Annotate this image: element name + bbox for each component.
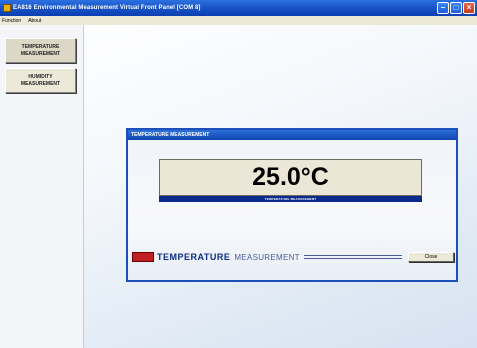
humidity-button-line1: HUMIDITY [28,73,53,80]
sidebar: TEMPERATURE MEASUREMENT HUMIDITY MEASURE… [0,25,84,348]
minimize-button[interactable]: – [437,2,449,14]
humidity-button-line2: MEASUREMENT [20,80,61,87]
app-icon [3,4,11,12]
temperature-button-line2: MEASUREMENT [20,50,61,57]
temperature-button-line1: TEMPERATURE [21,43,60,50]
client-area: TEMPERATURE MEASUREMENT HUMIDITY MEASURE… [0,25,477,348]
temperature-dialog: TEMPERATURE MEASUREMENT 25.0°C TEMPERATU… [126,128,458,282]
readout-caption: TEMPERATURE MEASUREMENT [159,196,422,202]
window-controls: – □ × [437,2,475,14]
window-title: EA816 Environmental Measurement Virtual … [13,5,201,11]
temperature-measurement-button[interactable]: TEMPERATURE MEASUREMENT [5,38,76,63]
humidity-measurement-button[interactable]: HUMIDITY MEASUREMENT [5,68,76,93]
close-window-button[interactable]: × [463,2,475,14]
app-window: EA816 Environmental Measurement Virtual … [0,0,477,348]
menu-function[interactable]: Function [2,18,21,24]
maximize-button[interactable]: □ [450,2,462,14]
menu-about[interactable]: About [28,18,41,24]
footer-title-strong: TEMPERATURE [157,252,231,262]
title-bar[interactable]: EA816 Environmental Measurement Virtual … [0,0,477,16]
dialog-footer: TEMPERATURE MEASUREMENT Close [132,250,454,264]
dialog-title-bar[interactable]: TEMPERATURE MEASUREMENT [128,130,456,140]
temperature-value: 25.0°C [252,163,329,191]
footer-title-light: MEASUREMENT [234,252,300,262]
footer-divider [303,255,402,259]
temperature-readout: 25.0°C [159,159,422,196]
dialog-title: TEMPERATURE MEASUREMENT [131,132,210,138]
brand-logo [132,252,154,262]
close-button[interactable]: Close [408,252,454,262]
menu-bar: Function About [0,16,477,25]
